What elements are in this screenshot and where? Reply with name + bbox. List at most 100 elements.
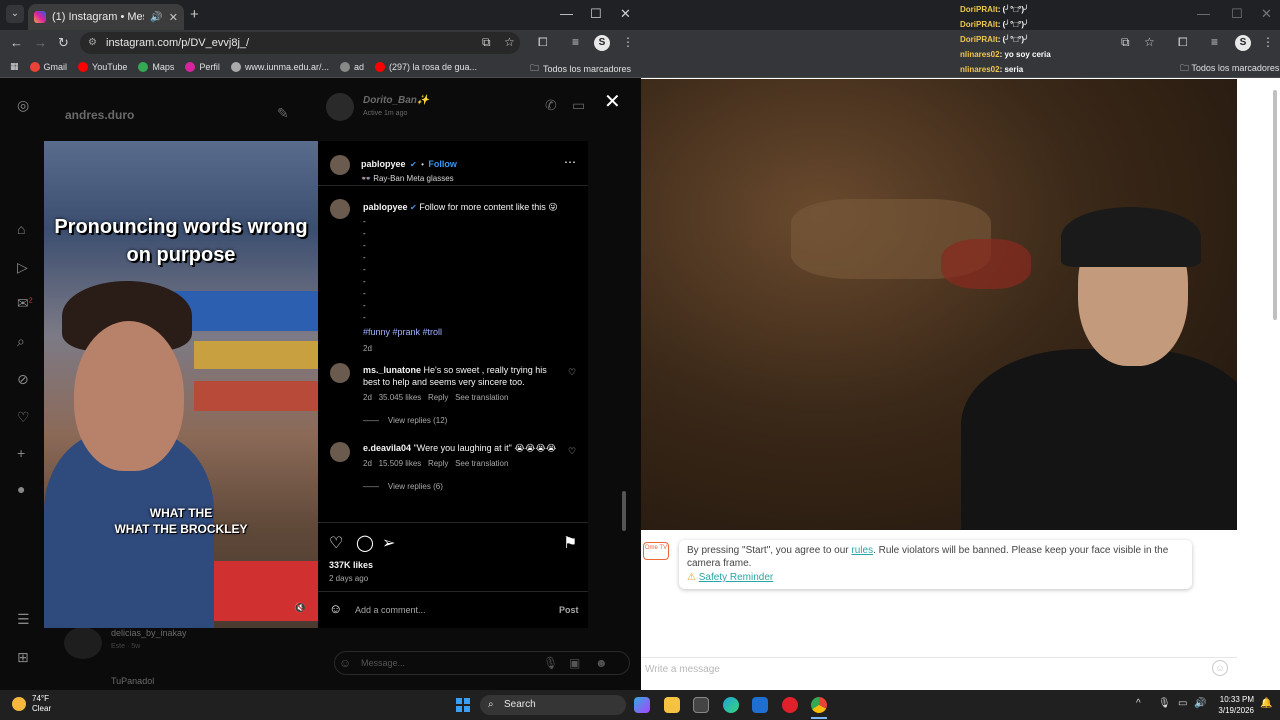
menu-dots-icon[interactable]: ⋮ [622,35,634,49]
profile-avatar-icon[interactable]: ● [17,481,25,497]
new-message-icon[interactable]: ✎ [277,105,289,122]
hashtags[interactable]: #funny #prank #troll [363,326,563,338]
chat-message-input[interactable]: Write a message [641,657,1237,681]
microphone-icon[interactable]: 🎙 [543,656,558,670]
account-username[interactable]: andres.duro [65,108,134,122]
chat-name[interactable]: Dorito_Ban✨ [363,95,429,106]
like-comment-icon[interactable]: ♡ [568,446,576,457]
like-icon[interactable]: ♡ [329,533,343,553]
file-explorer-icon[interactable] [664,697,680,713]
reel-video[interactable]: Pronouncing words wrong on purpose WHAT … [44,141,318,628]
see-translation[interactable]: See translation [455,393,508,402]
heart-icon[interactable]: ♡ [17,409,30,426]
close-window-button[interactable]: ✕ [620,6,631,22]
add-comment-input[interactable]: Add a comment... [355,605,426,615]
back-button[interactable]: ← [10,35,23,50]
bookmark-perfil[interactable]: Perfil [185,61,220,72]
volume-icon[interactable]: 🔊 [1194,698,1206,709]
address-bar[interactable]: ⚙ instagram.com/p/DV_evvj8j_/ [80,32,520,54]
close-window-button[interactable]: ✕ [1261,6,1272,22]
home-icon[interactable]: ⌂ [17,221,25,237]
list-item[interactable]: TuPanadol [111,676,154,686]
emoji-icon[interactable]: ☺ [329,601,342,616]
system-clock[interactable]: 10:33 PM 3/19/2026 [1216,694,1254,716]
follow-button[interactable]: Follow [428,159,457,169]
all-bookmarks[interactable]: 🗀 Todos los marcadores [1180,61,1279,77]
author-username[interactable]: pablopyee [361,159,406,169]
edge-icon[interactable] [723,697,739,713]
meta-apps-icon[interactable]: ⊞ [17,649,29,666]
apps-grid-icon[interactable]: ▦ [10,61,19,72]
network-icon[interactable]: ▭ [1178,698,1187,709]
view-replies[interactable]: —— View replies (12) [363,415,563,427]
message-input[interactable]: ☺ Message... 🎙 ▣ ☻ [334,651,630,675]
chrome-icon[interactable] [811,697,827,713]
likes-count[interactable]: 337K likes [329,560,373,570]
image-icon[interactable]: ▣ [569,656,580,670]
minimize-button[interactable]: — [1197,6,1210,21]
close-tab-icon[interactable]: ✕ [169,11,178,24]
tab-instagram[interactable]: (1) Instagram • Messages 🔊 ✕ [28,4,184,30]
sticker-icon[interactable]: ☻ [595,656,608,670]
comment-avatar[interactable] [330,442,350,462]
share-icon[interactable]: ➢ [382,533,395,553]
new-tab-button[interactable]: + [190,6,199,23]
list-item[interactable]: delicias_by_inakay [111,628,187,638]
author-avatar[interactable] [330,155,350,175]
windows-start-icon[interactable] [456,698,470,712]
opera-icon[interactable] [782,697,798,713]
extensions-icon[interactable]: ⧠ [538,35,548,50]
install-app-icon[interactable]: ⧉ [482,35,491,50]
mute-icon[interactable]: 🔇 [294,603,306,614]
reload-button[interactable]: ↻ [58,35,69,51]
more-options-icon[interactable]: ⋯ [564,155,576,169]
comment-icon[interactable]: ◯ [356,533,374,553]
media-queue-icon[interactable]: ≡ [1211,35,1218,49]
bookmark-iunma[interactable]: www.iunma.edu.ar/... [230,61,329,72]
maximize-button[interactable]: ☐ [1231,6,1243,22]
bookmark-youtube[interactable]: YouTube [78,61,127,72]
profile-avatar[interactable]: S [1235,35,1251,51]
bookmark-gmail[interactable]: Gmail [29,61,67,72]
see-translation[interactable]: See translation [455,459,508,468]
scrollbar[interactable] [622,491,626,531]
bookmark-ad[interactable]: ad [339,61,364,72]
store-icon[interactable] [693,697,709,713]
minimize-button[interactable]: — [560,6,573,21]
close-modal-icon[interactable]: ✕ [604,89,621,114]
microphone-icon[interactable]: 🎙 [1158,698,1171,709]
save-bookmark-icon[interactable]: ⚑ [563,533,577,553]
maximize-button[interactable]: ☐ [590,6,602,22]
phone-icon[interactable]: ✆ [545,97,557,114]
author-avatar[interactable] [330,199,350,219]
speaker-icon[interactable]: 🔊 [150,12,162,23]
bookmark-star-icon[interactable]: ☆ [1144,35,1155,49]
more-menu-icon[interactable]: ☰ [17,611,30,628]
forward-button[interactable]: → [34,35,47,50]
profile-avatar[interactable]: S [594,35,610,51]
scrollbar[interactable] [1273,90,1277,320]
notification-bell-icon[interactable]: 🔔 [1260,698,1272,709]
media-queue-icon[interactable]: ≡ [572,35,579,49]
reels-icon[interactable]: ▷ [17,259,28,276]
copilot-icon[interactable] [634,697,650,713]
menu-dots-icon[interactable]: ⋮ [1262,35,1274,49]
extensions-icon[interactable]: ⧠ [1178,35,1188,50]
reply-button[interactable]: Reply [428,459,448,468]
all-bookmarks[interactable]: 🗀 Todos los marcadores [530,61,631,77]
tab-search-icon[interactable]: ⌄ [6,5,24,23]
emoji-icon[interactable]: ☺ [339,656,351,670]
video-call-icon[interactable]: ▭ [572,97,585,114]
explore-icon[interactable]: ⊘ [17,371,29,388]
install-app-icon[interactable]: ⧉ [1121,35,1130,50]
rules-link[interactable]: rules [851,545,873,556]
show-hidden-icons-icon[interactable]: ^ [1136,698,1141,709]
search-icon[interactable]: ⌕ [17,333,25,350]
safety-reminder-link[interactable]: Safety Reminder [699,572,773,583]
bookmark-maps[interactable]: Maps [138,61,174,72]
reply-button[interactable]: Reply [428,393,448,402]
post-comment-button[interactable]: Post [559,605,579,615]
create-icon[interactable]: + [17,445,25,461]
bookmark-star-icon[interactable]: ☆ [504,35,515,49]
instagram-logo-icon[interactable]: ◎ [17,97,29,114]
